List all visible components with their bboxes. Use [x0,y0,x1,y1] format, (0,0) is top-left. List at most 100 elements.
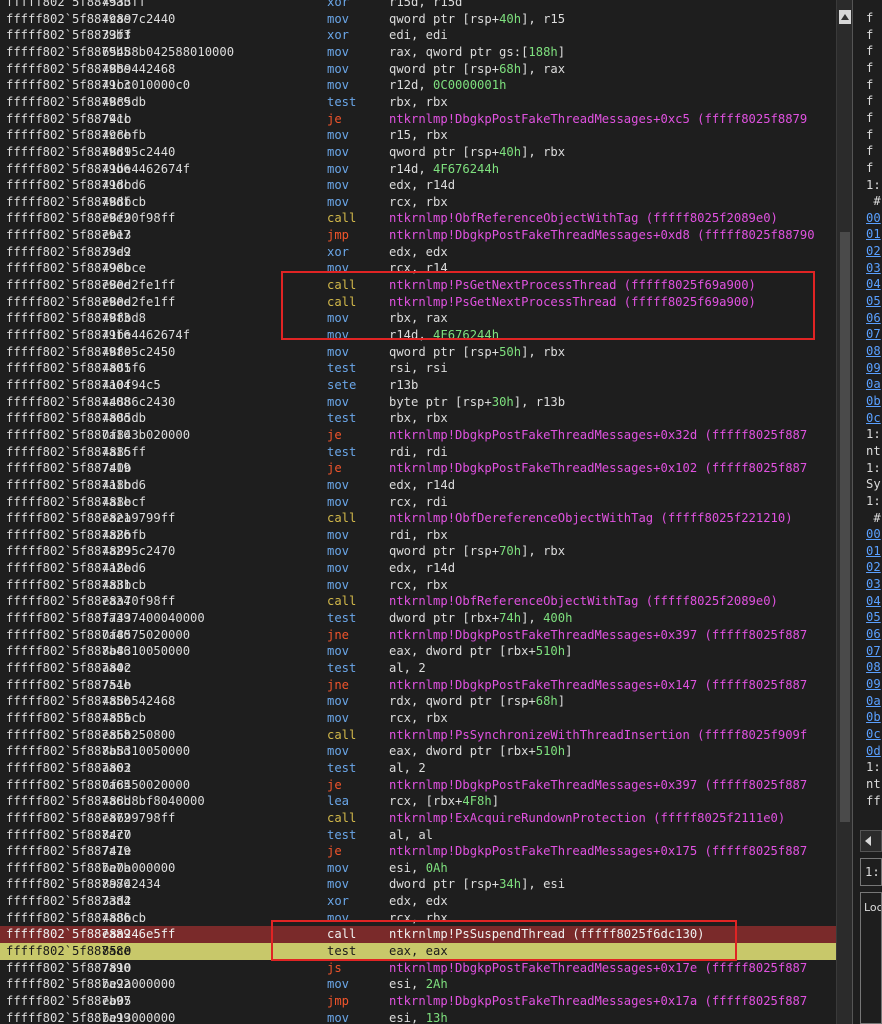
disassembly-line[interactable]: fffff802`5f887a10 0f843b020000 je ntkrnlmp!… [0,427,836,444]
disassembly-line[interactable]: fffff802`5f887a99 be13000000 mov esi, 13h [0,1010,836,1024]
disassembly-line[interactable]: fffff802`5f8879eb 498bce mov rcx, r14 [0,260,836,277]
frame-link[interactable]: 0c [866,410,881,427]
frame-link[interactable]: 07 [866,326,881,343]
symbol-link[interactable]: ntkrnlmp!DbgkpPostFakeThreadMessages+0x1… [389,994,807,1008]
frame-link[interactable]: 01 [866,226,881,243]
command-prompt-box[interactable]: 1: [860,858,882,886]
disassembly-line[interactable]: fffff802`5f887a1b 418bd6 mov edx, r14d [0,477,836,494]
frame-link[interactable]: 06 [866,626,881,643]
frame-link[interactable]: 06 [866,310,881,327]
symbol-link[interactable]: ntkrnlmp!PsSuspendThread (fffff8025f6dc1… [389,927,705,941]
disassembly-line[interactable]: fffff802`5f8879ee e80d2fe1ff call ntkrnlmp!… [0,294,836,311]
disassembly-line[interactable]: fffff802`5f887a34 e8a70f98ff call ntkrnlmp!… [0,593,836,610]
disassembly-window[interactable]: fffff802`5f8879ab 4533ff xor r15d, r15d ffff… [0,0,836,1024]
frame-link[interactable]: 09 [866,360,881,377]
frame-link[interactable]: 0b [866,393,881,410]
locals-window[interactable]: Loc [860,892,882,1024]
breakpoint-line[interactable]: fffff802`5f887a89 e8a246e5ff call ntkrnlmp!… [0,926,836,944]
frame-link[interactable]: 07 [866,643,881,660]
symbol-link[interactable]: ntkrnlmp!DbgkpPostFakeThreadMessages+0x1… [389,844,807,858]
symbol-link[interactable]: ntkrnlmp!DbgkpPostFakeThreadMessages+0x1… [389,961,807,975]
disassembly-line[interactable]: fffff802`5f887a50 488b542468 mov rdx, qword… [0,693,836,710]
disassembly-line[interactable]: fffff802`5f8879b3 33ff xor edi, edi [0,27,836,44]
frame-link[interactable]: 0d [866,743,881,760]
frame-link[interactable]: 03 [866,576,881,593]
disassembly-line[interactable]: fffff802`5f887a92 be2a000000 mov esi, 2Ah [0,976,836,993]
symbol-link[interactable]: ntkrnlmp!DbgkpPostFakeThreadMessages+0x1… [389,678,807,692]
disassembly-line[interactable]: fffff802`5f8879cc 741b je ntkrnlmp!DbgkpPos… [0,111,836,128]
disassembly-line[interactable]: fffff802`5f8879df 488bcb mov rcx, rbx [0,194,836,211]
disassembly-line[interactable]: fffff802`5f8879be 4889442468 mov qword ptr … [0,61,836,78]
scroll-up-arrow-icon[interactable] [839,10,851,24]
symbol-link[interactable]: ntkrnlmp!DbgkpPostFakeThreadMessages+0x3… [389,628,807,642]
disassembly-line[interactable]: fffff802`5f887a19 740b je ntkrnlmp!DbgkpPos… [0,460,836,477]
symbol-link[interactable]: ntkrnlmp!DbgkpPostFakeThreadMessages+0xd… [389,228,815,242]
disassembly-line[interactable]: fffff802`5f887a16 4885ff test rdi, rdi [0,444,836,461]
disassembly-line[interactable]: fffff802`5f887a55 488bcb mov rcx, rbx [0,710,836,727]
disassembly-line[interactable]: fffff802`5f887a39 f7437400040000 test dword… [0,610,836,627]
disassembly-line[interactable]: fffff802`5f887a6b 488d8bf8040000 lea rcx, [… [0,793,836,810]
symbol-link[interactable]: ntkrnlmp!ObfReferenceObjectWithTag (ffff… [389,211,778,225]
symbol-link[interactable]: ntkrnlmp!PsGetNextProcessThread (fffff80… [389,278,756,292]
disassembly-line[interactable]: fffff802`5f887a26 488bfb mov rdi, rbx [0,527,836,544]
symbol-link[interactable]: ntkrnlmp!PsSynchronizeWithThreadInsertio… [389,728,807,742]
disassembly-line[interactable]: fffff802`5f8879dc 418bd6 mov edx, r14d [0,177,836,194]
symbol-link[interactable]: ntkrnlmp!ObfReferenceObjectWithTag (ffff… [389,594,778,608]
disassembly-line[interactable]: fffff802`5f8879d6 41be4462674f mov r14d, 4F… [0,161,836,178]
disassembly-line[interactable]: fffff802`5f887a40 0f8575020000 jne ntkrnlmp… [0,627,836,644]
frame-link[interactable]: 04 [866,276,881,293]
frame-link[interactable]: 08 [866,659,881,676]
disassembly-line[interactable]: fffff802`5f8879f3 488bd8 mov rbx, rax [0,310,836,327]
symbol-link[interactable]: ntkrnlmp!DbgkpPostFakeThreadMessages+0x3… [389,428,807,442]
disassembly-line[interactable]: fffff802`5f887a5d 8b8310050000 mov eax, dwo… [0,743,836,760]
disassembly-line[interactable]: fffff802`5f887a4e 751b jne ntkrnlmp!DbgkpPo… [0,677,836,694]
frame-link[interactable]: 05 [866,609,881,626]
scrollbar-thumb[interactable] [840,232,850,822]
disassembly-line[interactable]: fffff802`5f887a1e 488bcf mov rcx, rdi [0,494,836,511]
disassembly-line[interactable]: fffff802`5f887a72 e8699798ff call ntkrnlmp!… [0,810,836,827]
disassembly-line[interactable]: fffff802`5f887a0d 4885db test rbx, rbx [0,410,836,427]
disassembly-line[interactable]: fffff802`5f887a84 33d2 xor edx, edx [0,893,836,910]
disassembly-line[interactable]: fffff802`5f8879fc 48895c2450 mov qword ptr … [0,344,836,361]
disassembly-line[interactable]: fffff802`5f8879ee e80d2fe1ff call ntkrnlmp!… [0,277,836,294]
disassembly-line[interactable]: fffff802`5f887a4c a802 test al, 2 [0,660,836,677]
frame-link[interactable]: 03 [866,260,881,277]
disassembly-line[interactable]: fffff802`5f887a77 84c0 test al, al [0,827,836,844]
disassembly-line[interactable]: fffff802`5f8879c3 41bc010000c0 mov r12d, 0C… [0,77,836,94]
disassembly-line[interactable]: fffff802`5f887a80 89742434 mov dword ptr [r… [0,876,836,893]
disassembly-line[interactable]: fffff802`5f887a01 4885f6 test rsi, rsi [0,360,836,377]
disassembly-line[interactable]: fffff802`5f887a31 488bcb mov rcx, rbx [0,577,836,594]
disassembly-line[interactable]: fffff802`5f887a2e 418bd6 mov edx, r14d [0,560,836,577]
frame-link[interactable]: 05 [866,293,881,310]
disassembly-line[interactable]: fffff802`5f8879ce 4c8bfb mov r15, rbx [0,127,836,144]
frame-link[interactable]: 0c [866,726,881,743]
frame-link[interactable]: 08 [866,343,881,360]
disassembly-line[interactable]: fffff802`5f887a90 7810 js ntkrnlmp!DbgkpPos… [0,960,836,977]
disassembly-line[interactable]: fffff802`5f887a7b be0a000000 mov esi, 0Ah [0,860,836,877]
frame-link[interactable]: 00 [866,210,881,227]
disassembly-line[interactable]: fffff802`5f887a04 410f94c5 sete r13b [0,377,836,394]
symbol-link[interactable]: ntkrnlmp!DbgkpPostFakeThreadMessages+0x1… [389,461,807,475]
panel-scroll-left-button[interactable] [860,830,882,852]
frame-link[interactable]: 00 [866,526,881,543]
frame-link[interactable]: 0a [866,376,881,393]
disassembly-line[interactable]: fffff802`5f8879e7 eb13 jmp ntkrnlmp!DbgkpPo… [0,227,836,244]
disassembly-line[interactable]: fffff802`5f887a97 eb05 jmp ntkrnlmp!DbgkpPo… [0,993,836,1010]
frame-link[interactable]: 0b [866,709,881,726]
disassembly-line[interactable]: fffff802`5f8879ae 4c897c2440 mov qword ptr … [0,11,836,28]
disassembly-line[interactable]: fffff802`5f887a86 488bcb mov rcx, rbx [0,910,836,927]
disassembly-line[interactable]: fffff802`5f887a21 e8ea9799ff call ntkrnlmp!… [0,510,836,527]
frame-link[interactable]: 02 [866,243,881,260]
disassembly-line[interactable]: fffff802`5f887a08 44886c2430 mov byte ptr [… [0,394,836,411]
disassembly-line[interactable]: fffff802`5f887a58 e86b250800 call ntkrnlmp!… [0,727,836,744]
symbol-link[interactable]: ntkrnlmp!PsGetNextProcessThread (fffff80… [389,295,756,309]
symbol-link[interactable]: ntkrnlmp!DbgkpPostFakeThreadMessages+0xc… [389,112,807,126]
frame-link[interactable]: 04 [866,593,881,610]
disassembly-line[interactable]: fffff802`5f8879b5 65488b042588010000 mov ra… [0,44,836,61]
current-instruction-line[interactable]: fffff802`5f887a8e 85c0 test eax, eax [0,943,836,960]
disassembly-line[interactable]: fffff802`5f887a46 8b8310050000 mov eax, dwo… [0,643,836,660]
disassembly-line[interactable]: fffff802`5f887a29 48895c2470 mov qword ptr … [0,543,836,560]
disassembly-line[interactable]: fffff802`5f8879f6 41be4462674f mov r14d, 4F… [0,327,836,344]
disassembly-line[interactable]: fffff802`5f8879d1 48895c2440 mov qword ptr … [0,144,836,161]
symbol-link[interactable]: ntkrnlmp!ExAcquireRundownProtection (fff… [389,811,785,825]
